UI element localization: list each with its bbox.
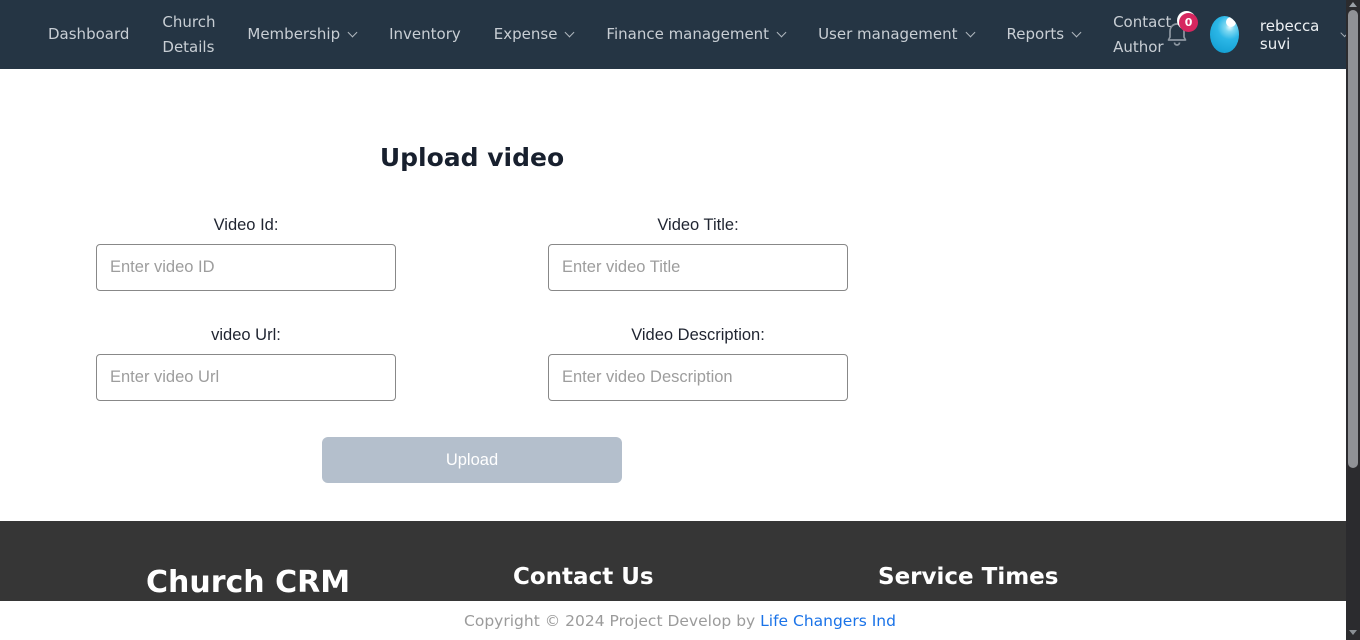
nav-menu: Dashboard Church Details Membership Inve… [48,10,1165,60]
avatar[interactable] [1210,16,1239,53]
nav-item-expense[interactable]: Expense [494,22,574,47]
nav-item-label: Contact Author [1113,10,1171,60]
page-title: Upload video [96,143,848,173]
upload-button[interactable]: Upload [322,437,622,483]
copyright-text: Copyright © 2024 Project Develop by [464,612,760,630]
scrollbar-thumb[interactable] [1348,10,1358,468]
notification-badge: 0 [1179,13,1198,32]
footer-contact-heading: Contact Us [513,564,654,590]
chevron-down-icon [348,28,358,38]
page-footer: Church CRM Contact Us Service Times [0,521,1360,601]
nav-item-user-management[interactable]: User management [818,22,973,47]
footer-service-heading: Service Times [878,564,1058,590]
user-menu[interactable]: rebecca suvi [1260,17,1348,53]
nav-item-membership[interactable]: Membership [247,22,356,47]
nav-item-label: Reports [1007,22,1065,47]
scrollbar-down-arrow-icon[interactable] [1349,630,1357,635]
video-title-input[interactable] [548,244,848,291]
field-group-video-description: Video Description: [548,327,848,401]
notifications-button[interactable]: 0 [1165,20,1189,50]
nav-item-label: User management [818,22,957,47]
field-group-video-id: Video Id: [96,217,396,291]
nav-item-label: Finance management [606,22,769,47]
footer-brand: Church CRM [146,565,350,600]
chevron-down-icon [1072,28,1082,38]
copyright-link[interactable]: Life Changers Ind [760,612,896,630]
chevron-down-icon [777,28,787,38]
copyright-bar: Copyright © 2024 Project Develop by Life… [0,601,1360,640]
nav-item-dashboard[interactable]: Dashboard [48,22,129,47]
chevron-down-icon [965,28,975,38]
user-name: rebecca suvi [1260,17,1331,53]
nav-item-label: Membership [247,22,340,47]
nav-item-label: Expense [494,22,558,47]
nav-item-label: Dashboard [48,22,129,47]
nav-item-contact-author[interactable]: Contact Author [1113,10,1165,60]
video-url-label: video Url: [96,327,396,344]
field-group-video-url: video Url: [96,327,396,401]
nav-right-group: 0 rebecca suvi [1165,16,1348,53]
nav-item-church-details[interactable]: Church Details [162,10,214,60]
nav-item-inventory[interactable]: Inventory [389,22,461,47]
upload-video-form: Video Id: Video Title: video Url: Video … [96,217,848,401]
nav-item-label: Inventory [389,22,461,47]
video-url-input[interactable] [96,354,396,401]
video-id-input[interactable] [96,244,396,291]
top-navbar: Dashboard Church Details Membership Inve… [0,0,1360,69]
field-group-video-title: Video Title: [548,217,848,291]
video-id-label: Video Id: [96,217,396,234]
nav-item-label: Church Details [162,10,215,60]
vertical-scrollbar[interactable] [1346,0,1360,640]
upload-video-page: Upload video Video Id: Video Title: vide… [96,69,848,483]
scrollbar-up-arrow-icon[interactable] [1349,2,1357,7]
video-description-label: Video Description: [548,327,848,344]
chevron-down-icon [565,28,575,38]
video-title-label: Video Title: [548,217,848,234]
nav-item-finance-management[interactable]: Finance management [606,22,785,47]
nav-item-reports[interactable]: Reports [1007,22,1081,47]
video-description-input[interactable] [548,354,848,401]
